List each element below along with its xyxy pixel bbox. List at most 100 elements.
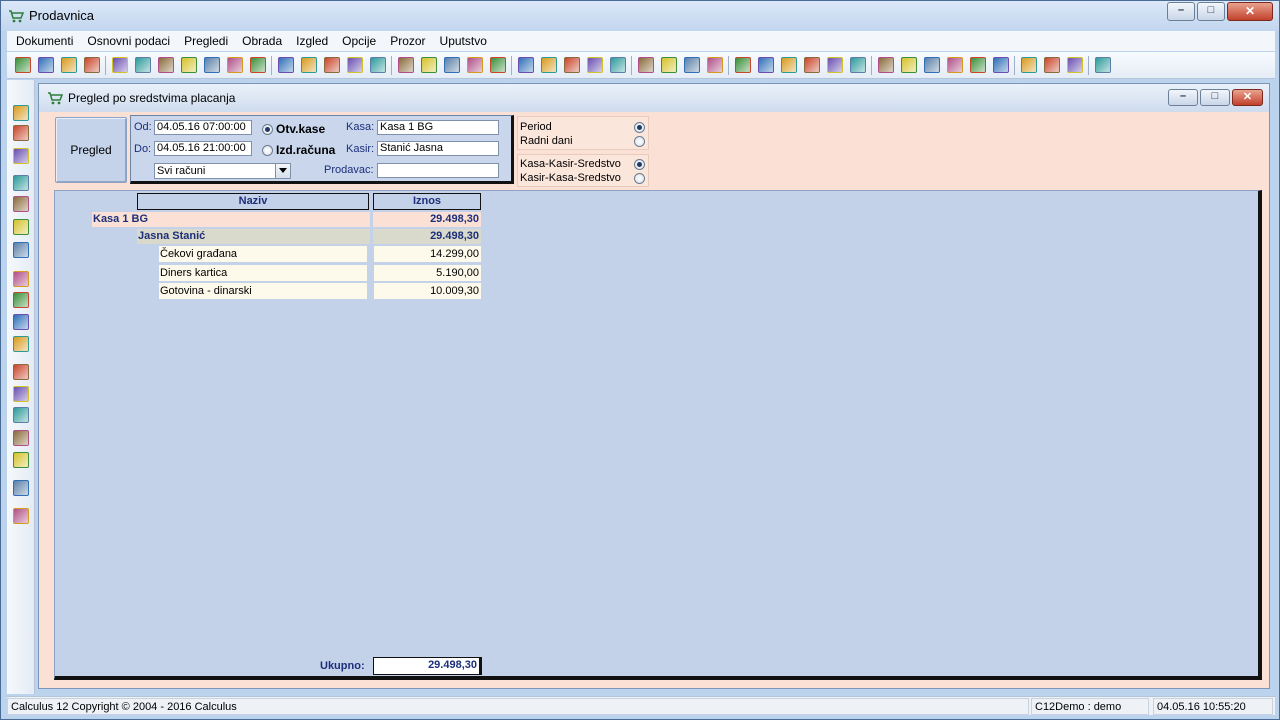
order-kasir-kasa-radio[interactable] (634, 173, 645, 184)
print-icon[interactable] (970, 57, 986, 73)
fill-icon[interactable] (781, 57, 797, 73)
folder-up-icon[interactable] (250, 57, 266, 73)
menu-obrada[interactable]: Obrada (235, 31, 289, 51)
table-icon[interactable] (13, 125, 29, 141)
copy-icon[interactable] (758, 57, 774, 73)
export-icon[interactable] (84, 57, 100, 73)
save-icon[interactable] (13, 105, 29, 121)
bulb-icon[interactable] (850, 57, 866, 73)
export-excel-icon[interactable] (13, 219, 29, 235)
new-document-icon[interactable] (15, 57, 31, 73)
do-date-input[interactable]: 04.05.16 21:00:00 (154, 141, 252, 156)
table-row-name[interactable]: Čekovi građana (159, 246, 367, 262)
filter-icon[interactable] (13, 430, 29, 446)
add-icon[interactable] (227, 57, 243, 73)
izd-racuna-radio[interactable] (262, 145, 273, 156)
sort-icon[interactable] (13, 407, 29, 423)
table-row-name[interactable]: Gotovina - dinarski (159, 283, 367, 299)
recycle-icon[interactable] (61, 57, 77, 73)
bars-chart-icon[interactable] (564, 57, 580, 73)
word-icon[interactable] (13, 242, 29, 258)
pregled-button[interactable]: Pregled (55, 117, 127, 183)
attach-icon[interactable] (444, 57, 460, 73)
remove-circle-icon[interactable] (13, 292, 29, 308)
chevron-down-icon[interactable] (275, 164, 290, 178)
sum-icon[interactable] (610, 57, 626, 73)
grid-icon[interactable] (638, 57, 654, 73)
exit-icon[interactable] (1095, 57, 1111, 73)
prodavac-input[interactable] (377, 163, 499, 178)
table-edit-icon[interactable] (13, 148, 29, 164)
minus-icon[interactable] (204, 57, 220, 73)
menu-osnovni-podaci[interactable]: Osnovni podaci (80, 31, 177, 51)
money-icon[interactable] (541, 57, 557, 73)
kasa-input[interactable]: Kasa 1 BG (377, 120, 499, 135)
minimize-button[interactable]: – (1167, 2, 1195, 21)
group-kasa-name[interactable]: Kasa 1 BG (92, 212, 370, 227)
expand-icon[interactable] (13, 452, 29, 468)
mail-icon[interactable] (370, 57, 386, 73)
info-icon[interactable] (1021, 57, 1037, 73)
order-kasa-kasir-radio[interactable] (634, 159, 645, 170)
import-icon[interactable] (135, 57, 151, 73)
clipboard-icon[interactable] (587, 57, 603, 73)
od-date-input[interactable]: 04.05.16 07:00:00 (154, 120, 252, 135)
maximize-button[interactable]: □ (1197, 2, 1225, 21)
chart-icon[interactable] (324, 57, 340, 73)
book-icon[interactable] (924, 57, 940, 73)
forward-screen-icon[interactable] (518, 57, 534, 73)
move-icon[interactable] (804, 57, 820, 73)
table-icon[interactable] (707, 57, 723, 73)
otv-kase-radio[interactable] (262, 124, 273, 135)
print-icon[interactable] (13, 175, 29, 191)
forward-icon[interactable] (158, 57, 174, 73)
menu-dokumenti[interactable]: Dokumenti (9, 31, 80, 51)
save-icon[interactable] (112, 57, 128, 73)
report-title: Pregled po sredstvima placanja (68, 91, 236, 105)
edit-icon[interactable] (421, 57, 437, 73)
menu-prozor[interactable]: Prozor (383, 31, 432, 51)
menu-izgled[interactable]: Izgled (289, 31, 335, 51)
print-preview-icon[interactable] (13, 196, 29, 212)
column-header-iznos[interactable]: Iznos (373, 193, 481, 210)
undo-icon[interactable] (13, 314, 29, 330)
back-icon[interactable] (827, 57, 843, 73)
pen-icon[interactable] (398, 57, 414, 73)
refresh-icon[interactable] (38, 57, 54, 73)
stamp-icon[interactable] (993, 57, 1009, 73)
tag-icon[interactable] (878, 57, 894, 73)
kasir-input[interactable]: Stanić Jasna (377, 141, 499, 156)
layout-icon[interactable] (1044, 57, 1060, 73)
package-icon[interactable] (347, 57, 363, 73)
heart-icon[interactable] (947, 57, 963, 73)
report-maximize-button[interactable]: □ (1200, 89, 1230, 106)
group-kasir-name[interactable]: Jasna Stanić (137, 229, 370, 244)
menu-pregledi[interactable]: Pregledi (177, 31, 235, 51)
document-icon[interactable] (181, 57, 197, 73)
calendar-icon[interactable] (467, 57, 483, 73)
go-icon[interactable] (13, 508, 29, 524)
tree-icon[interactable] (735, 57, 751, 73)
list-icon[interactable] (301, 57, 317, 73)
edit-icon[interactable] (13, 336, 29, 352)
report-minimize-button[interactable]: – (1168, 89, 1198, 106)
find-icon[interactable] (13, 364, 29, 380)
help-icon[interactable] (1067, 57, 1083, 73)
report-icon[interactable] (661, 57, 677, 73)
columns-icon[interactable] (684, 57, 700, 73)
column-header-naziv[interactable]: Naziv (137, 193, 369, 210)
folder-down-icon[interactable] (278, 57, 294, 73)
find-next-icon[interactable] (13, 386, 29, 402)
gear-icon[interactable] (901, 57, 917, 73)
period-radio[interactable] (634, 122, 645, 133)
report-close-button[interactable]: ✕ (1232, 89, 1263, 106)
add-circle-icon[interactable] (13, 271, 29, 287)
screen-icon[interactable] (490, 57, 506, 73)
close-button[interactable]: ✕ (1227, 2, 1273, 21)
radni-dani-radio[interactable] (634, 136, 645, 147)
menu-uputstvo[interactable]: Uputstvo (433, 31, 494, 51)
menu-opcije[interactable]: Opcije (335, 31, 383, 51)
racuni-dropdown[interactable]: Svi računi (154, 163, 291, 179)
table-row-name[interactable]: Diners kartica (159, 265, 367, 281)
help-icon[interactable] (13, 480, 29, 496)
